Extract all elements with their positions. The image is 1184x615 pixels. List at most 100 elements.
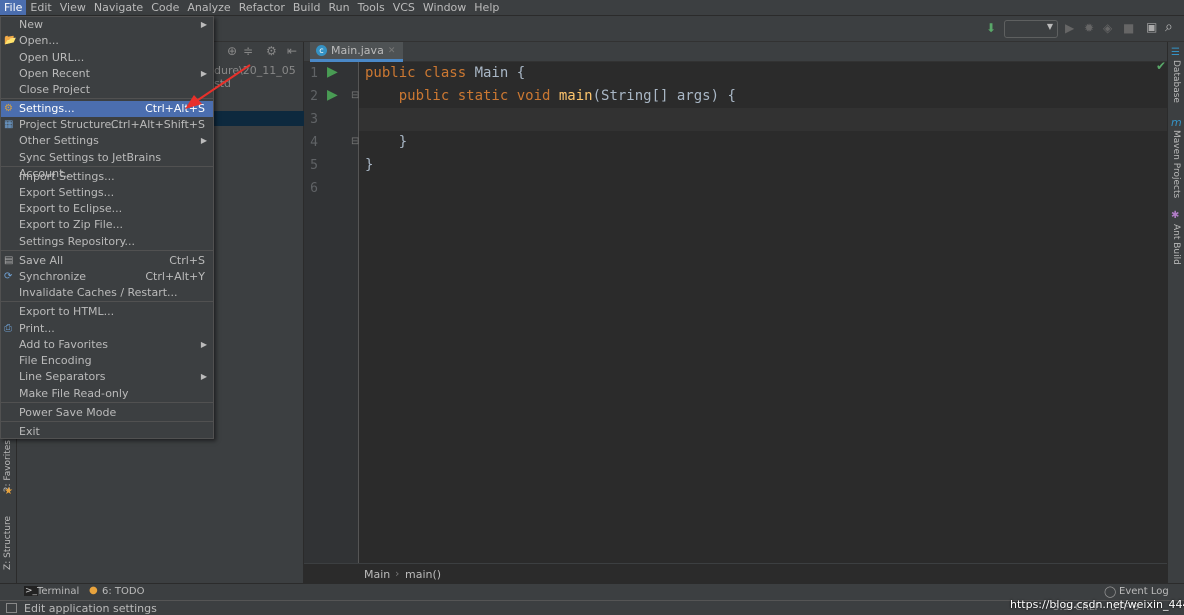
menu-separator: [1, 166, 213, 167]
breadcrumb-item[interactable]: main(): [405, 568, 441, 581]
star-icon: ★: [4, 486, 13, 497]
menu-item-make-file-read-only[interactable]: Make File Read-only: [1, 386, 213, 402]
menu-item-label: Line Separators: [19, 370, 106, 383]
menu-tools[interactable]: Tools: [354, 0, 389, 15]
menu-run[interactable]: Run: [325, 0, 354, 15]
menu-edit[interactable]: Edit: [26, 0, 55, 15]
menu-item-settings-repository[interactable]: Settings Repository...: [1, 234, 213, 250]
menu-item-project-structure[interactable]: ▦ Project Structure... Ctrl+Alt+Shift+S: [1, 117, 213, 133]
stop-icon[interactable]: ■: [1123, 21, 1134, 35]
menu-item-label: Exit: [19, 425, 40, 438]
breadcrumb-item[interactable]: Main: [364, 568, 390, 581]
event-log-icon: ◯: [1104, 585, 1117, 598]
menu-item-export-to-eclipse[interactable]: Export to Eclipse...: [1, 201, 213, 217]
menu-item-label: Open Recent: [19, 67, 90, 80]
menu-item-export-to-zip-file[interactable]: Export to Zip File...: [1, 217, 213, 233]
tool-windows-toggle-icon[interactable]: [6, 603, 17, 613]
favorites-tool-button[interactable]: 2: Favorites: [3, 440, 13, 492]
menu-item-open[interactable]: 📂 Open...: [1, 33, 213, 49]
build-icon[interactable]: ⬇: [986, 21, 996, 35]
submenu-arrow-icon: ▶: [200, 372, 207, 381]
line-number: 1: [310, 66, 318, 81]
fold-icon[interactable]: ⊟: [351, 136, 359, 147]
hide-icon[interactable]: ⇤: [287, 44, 297, 58]
menu-help[interactable]: Help: [470, 0, 503, 15]
database-icon: ☰: [1171, 47, 1180, 58]
menu-item-add-to-favorites[interactable]: Add to Favorites ▶: [1, 337, 213, 353]
menu-item-export-to-html[interactable]: Export to HTML...: [1, 304, 213, 320]
menu-item-synchronize[interactable]: ⟳ Synchronize Ctrl+Alt+Y: [1, 269, 213, 285]
menu-item-new[interactable]: New ▶: [1, 17, 213, 33]
menu-item-exit[interactable]: Exit: [1, 424, 213, 440]
status-bar: Edit application settings 3:9 CRLF UTF-8…: [0, 598, 1184, 615]
menu-item-label: Project Structure...: [19, 118, 122, 131]
menu-item-sync-settings-to-jetbrains-account[interactable]: Sync Settings to JetBrains Account...: [1, 150, 213, 180]
folder-icon: 📂: [4, 35, 17, 46]
code-line: public class Main {: [365, 65, 525, 81]
menu-window[interactable]: Window: [419, 0, 470, 15]
menu-item-save-all[interactable]: ▤ Save All Ctrl+S: [1, 253, 213, 269]
search-icon[interactable]: ⌕: [1165, 19, 1173, 35]
menu-navigate[interactable]: Navigate: [90, 0, 147, 15]
structure-tool-button[interactable]: Z: Structure: [3, 516, 13, 570]
event-log-button[interactable]: Event Log: [1119, 586, 1169, 597]
debug-icon[interactable]: ✹: [1084, 21, 1094, 35]
tab-label: Main.java: [331, 44, 384, 57]
tab-main-java[interactable]: c Main.java ✕: [310, 42, 404, 62]
menu-analyze[interactable]: Analyze: [183, 0, 234, 15]
menu-file[interactable]: File: [0, 0, 27, 15]
settings-icon: ⚙: [4, 103, 13, 114]
tool-window-bar: >_ Terminal ● 6: TODO ◯ Event Log: [0, 583, 1184, 600]
project-structure-icon: ▦: [4, 119, 14, 130]
menu-item-label: Export Settings...: [19, 186, 115, 199]
ant-build-tool-button[interactable]: Ant Build: [1171, 224, 1181, 265]
menu-build[interactable]: Build: [289, 0, 325, 15]
gear-icon[interactable]: ⚙: [266, 44, 277, 58]
menu-separator: [1, 250, 213, 251]
close-icon[interactable]: ✕: [388, 46, 396, 56]
run-config-dropdown[interactable]: ▼: [1004, 20, 1058, 38]
method-name: main: [558, 88, 593, 104]
code-line: }: [365, 134, 408, 150]
todo-icon: ●: [89, 585, 98, 596]
code-text: (String[] args) {: [592, 88, 736, 104]
menu-item-import-settings[interactable]: Import Settings...: [1, 169, 213, 185]
menu-separator: [1, 421, 213, 422]
menu-item-export-settings[interactable]: Export Settings...: [1, 185, 213, 201]
run-gutter-icon[interactable]: ▶: [327, 64, 338, 80]
menu-item-label: Export to Eclipse...: [19, 202, 123, 215]
menu-code[interactable]: Code: [147, 0, 183, 15]
right-tool-stripe: ☰ Database m Maven Projects ✱ Ant Build: [1167, 42, 1184, 583]
todo-tool-button[interactable]: 6: TODO: [102, 586, 144, 597]
code-text: Main {: [474, 65, 526, 81]
coverage-icon[interactable]: ◈: [1103, 21, 1112, 35]
line-number: 5: [310, 158, 318, 173]
menu-item-other-settings[interactable]: Other Settings ▶: [1, 133, 213, 149]
line-number: 6: [310, 181, 318, 196]
maven-tool-button[interactable]: Maven Projects: [1171, 130, 1181, 198]
fold-icon[interactable]: ⊟: [351, 90, 359, 101]
menu-item-print[interactable]: ⎙ Print...: [1, 321, 213, 337]
menu-item-invalidate-caches-restart[interactable]: Invalidate Caches / Restart...: [1, 285, 213, 301]
menu-item-label: Synchronize: [19, 270, 87, 283]
menu-item-line-separators[interactable]: Line Separators ▶: [1, 369, 213, 385]
line-number: 3: [310, 112, 318, 127]
database-tool-button[interactable]: Database: [1171, 60, 1181, 103]
chevron-right-icon: ›: [395, 567, 400, 580]
menu-item-power-save-mode[interactable]: Power Save Mode: [1, 405, 213, 421]
code-editor[interactable]: 1 2 3 4 5 6 ▶ ▶ ⊟ ⊟ public class Main { …: [304, 59, 1167, 563]
menu-vcs[interactable]: VCS: [389, 0, 419, 15]
project-structure-icon[interactable]: ▣: [1146, 20, 1157, 34]
menu-item-file-encoding[interactable]: File Encoding: [1, 353, 213, 369]
menu-item-label: File Encoding: [19, 354, 92, 367]
menu-item-label: Save All: [19, 254, 64, 267]
current-line-highlight: [359, 108, 1167, 131]
collapse-icon[interactable]: ≑: [243, 44, 253, 58]
run-icon[interactable]: ▶: [1065, 21, 1074, 35]
keyword: public class: [365, 65, 475, 81]
terminal-tool-button[interactable]: Terminal: [37, 586, 79, 597]
run-gutter-icon[interactable]: ▶: [327, 87, 338, 103]
locate-icon[interactable]: ⊕: [227, 44, 237, 58]
menu-refactor[interactable]: Refactor: [235, 0, 289, 15]
menu-view[interactable]: View: [56, 0, 90, 15]
